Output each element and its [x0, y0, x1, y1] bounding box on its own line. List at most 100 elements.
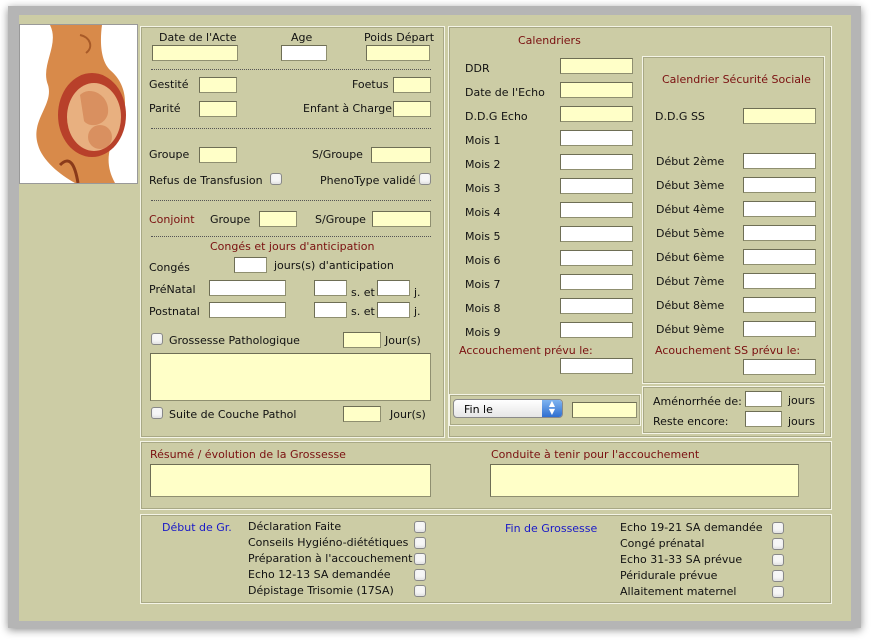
age-input[interactable] [281, 45, 327, 61]
refus-checkbox[interactable] [270, 173, 282, 185]
calendrier-row-input[interactable] [560, 178, 633, 194]
debut-item-checkbox[interactable] [414, 553, 426, 565]
date-acte-label: Date de l'Acte [159, 31, 237, 44]
debut-item-checkbox[interactable] [414, 585, 426, 597]
secu-row-label: Début 9ème [656, 323, 725, 336]
calendrier-row-input[interactable] [560, 250, 633, 266]
secu-row-input[interactable] [743, 321, 816, 337]
conges-input[interactable] [234, 257, 267, 273]
prenatal-jours-input[interactable] [377, 280, 410, 296]
groupe-input[interactable] [199, 147, 237, 163]
conduite-label: Conduite à tenir pour l'accouchement [491, 448, 700, 461]
calendrier-row-input[interactable] [560, 226, 633, 242]
fin-item-checkbox[interactable] [772, 522, 784, 534]
calendrier-row-label: Date de l'Echo [465, 86, 545, 99]
postnatal-jours-input[interactable] [377, 302, 410, 318]
reste-jours-label: jours [788, 415, 816, 428]
fin-item-checkbox[interactable] [772, 586, 784, 598]
prenatal-input[interactable] [209, 280, 286, 296]
secu-row-input[interactable] [743, 201, 816, 217]
fin-date-input[interactable] [572, 402, 637, 418]
fin-item-label: Echo 19-21 SA demandée [620, 521, 763, 534]
resume-textarea[interactable] [150, 464, 431, 497]
accouchement-ss-input[interactable] [743, 359, 816, 375]
secu-row-label: Début 7ème [656, 275, 725, 288]
grossesse-patho-jours-input[interactable] [343, 332, 381, 348]
calendrier-row-label: Mois 2 [465, 158, 501, 171]
reste-input[interactable] [745, 411, 782, 427]
sgroupe-input[interactable] [371, 147, 431, 163]
fin-item-checkbox[interactable] [772, 538, 784, 550]
ddg-ss-input[interactable] [743, 108, 816, 124]
debut-item-label: Déclaration Faite [248, 520, 342, 533]
grossesse-patho-notes[interactable] [150, 353, 431, 401]
calendrier-row-label: Mois 6 [465, 254, 501, 267]
calendrier-row-input[interactable] [560, 82, 633, 98]
grossesse-patho-checkbox[interactable] [151, 333, 163, 345]
amenorrhee-input[interactable] [745, 391, 782, 407]
enfant-input[interactable] [393, 101, 431, 117]
postnatal-input[interactable] [209, 302, 286, 318]
calendrier-row-label: Mois 8 [465, 302, 501, 315]
conduite-textarea[interactable] [490, 464, 799, 497]
accouchement-label: Accouchement prévu le: [459, 344, 593, 357]
secu-row-input[interactable] [743, 297, 816, 313]
calendrier-row-input[interactable] [560, 298, 633, 314]
debut-item-label: Conseils Hygiéno-diététiques [248, 536, 409, 549]
calendrier-row-input[interactable] [560, 274, 633, 290]
secu-row-input[interactable] [743, 153, 816, 169]
groupe-label: Groupe [149, 148, 190, 161]
secu-row-input[interactable] [743, 225, 816, 241]
secu-row-input[interactable] [743, 249, 816, 265]
suite-couche-jours-input[interactable] [343, 406, 381, 422]
gestite-input[interactable] [199, 77, 237, 93]
calendrier-row-input[interactable] [560, 58, 633, 74]
debut-item-checkbox[interactable] [414, 521, 426, 533]
accouchement-ss-label: Acouchement SS prévu le: [655, 344, 801, 357]
suite-couche-checkbox[interactable] [151, 407, 163, 419]
pheno-checkbox[interactable] [419, 173, 431, 185]
conges-label: Congés [149, 261, 190, 274]
calendrier-row-label: Mois 9 [465, 326, 501, 339]
parite-input[interactable] [199, 101, 237, 117]
parite-label: Parité [149, 102, 181, 115]
fin-item-label: Congé prénatal [620, 537, 705, 550]
separator [151, 128, 431, 129]
pregnancy-illustration [19, 24, 138, 184]
conjoint-groupe-label: Groupe [210, 213, 251, 226]
calendrier-row-input[interactable] [560, 154, 633, 170]
calendrier-row-input[interactable] [560, 130, 633, 146]
accouchement-input[interactable] [560, 358, 633, 374]
prenatal-j-label: j. [414, 286, 421, 299]
calendrier-row-label: Mois 7 [465, 278, 501, 291]
calendrier-row-input[interactable] [560, 106, 633, 122]
calendrier-row-label: Mois 3 [465, 182, 501, 195]
pheno-label: PhenoType validé [320, 174, 416, 187]
calendrier-row-label: Mois 5 [465, 230, 501, 243]
prenatal-semaines-input[interactable] [314, 280, 347, 296]
suite-couche-label: Suite de Couche Pathol [169, 408, 297, 421]
separator [151, 200, 431, 201]
postnatal-semaines-input[interactable] [314, 302, 347, 318]
fin-item-checkbox[interactable] [772, 570, 784, 582]
fin-select[interactable]: Fin le ▲ ▼ [453, 399, 563, 418]
foetus-input[interactable] [393, 77, 431, 93]
fin-item-label: Echo 31-33 SA prévue [620, 553, 743, 566]
postnatal-j-label: j. [414, 305, 421, 318]
fin-item-checkbox[interactable] [772, 554, 784, 566]
debut-item-label: Echo 12-13 SA demandée [248, 568, 391, 581]
debut-item-checkbox[interactable] [414, 537, 426, 549]
secu-row-input[interactable] [743, 177, 816, 193]
debut-item-checkbox[interactable] [414, 569, 426, 581]
calendrier-row-input[interactable] [560, 202, 633, 218]
poids-input[interactable] [366, 45, 430, 61]
secu-row-label: Début 2ème [656, 155, 725, 168]
calendrier-row-input[interactable] [560, 322, 633, 338]
conjoint-groupe-input[interactable] [259, 211, 297, 227]
postnatal-label: Postnatal [149, 305, 200, 318]
secu-row-input[interactable] [743, 273, 816, 289]
calendrier-row-label: Mois 4 [465, 206, 501, 219]
foetus-label: Foetus [352, 78, 389, 91]
conjoint-sgroupe-input[interactable] [372, 211, 431, 227]
date-acte-input[interactable] [152, 45, 238, 61]
